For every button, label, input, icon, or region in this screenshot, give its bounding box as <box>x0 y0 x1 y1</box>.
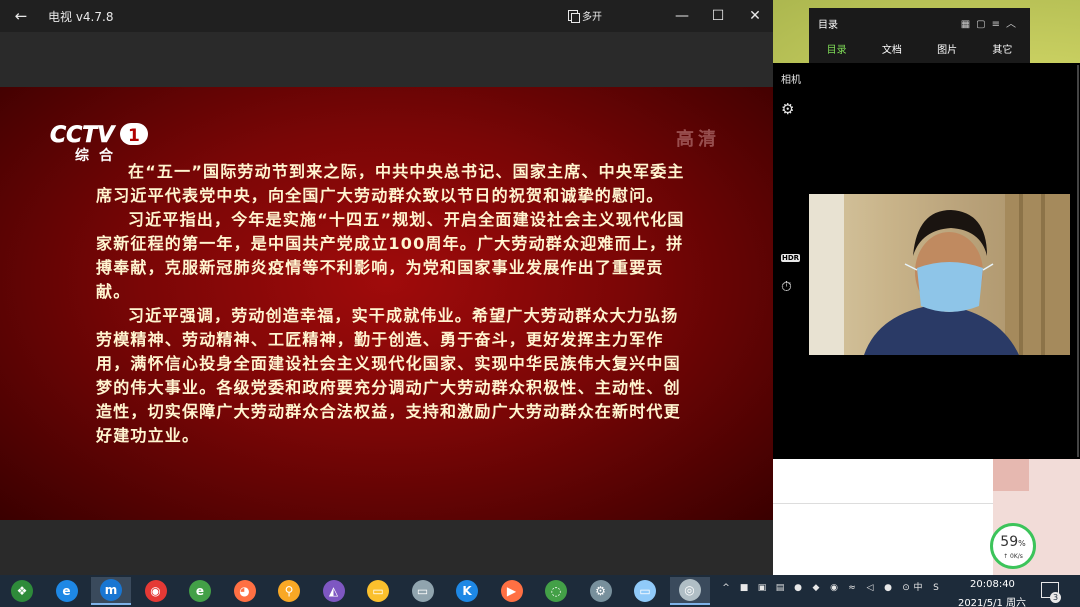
tab-other[interactable]: 其它 <box>975 41 1030 56</box>
tab-documents[interactable]: 文档 <box>864 41 919 56</box>
tray-app-icon[interactable]: ▤ <box>774 582 786 594</box>
settings-icon: ⚙ <box>589 580 612 602</box>
folder-icon: ▭ <box>367 580 389 602</box>
taskbar-start-button[interactable]: ❖ <box>2 577 42 605</box>
person-image <box>809 194 1070 355</box>
maxthon-icon: m <box>100 579 122 601</box>
video-letterbox-top <box>0 32 773 87</box>
window-title: 电视 v4.7.8 <box>48 10 114 24</box>
tab-directory[interactable]: 目录 <box>809 41 864 56</box>
firefox-icon: ◕ <box>233 580 256 602</box>
search-icon: ⚲ <box>278 580 300 602</box>
back-arrow-icon[interactable]: ← <box>10 6 32 26</box>
ime-indicator[interactable]: 中 <box>912 582 924 594</box>
news-paragraph: 习近平强调，劳动创造幸福，实干成就伟业。希望广大劳动群众大力弘扬劳模精神、劳动精… <box>96 306 681 445</box>
wechat-icon: ◌ <box>545 580 567 602</box>
popout-label: 多开 <box>582 12 602 23</box>
tray-app-icon[interactable]: ▣ <box>756 582 768 594</box>
taskbar-settings-button[interactable]: ⚙ <box>581 577 621 605</box>
camera-preview <box>809 194 1070 355</box>
taskbar-search-button[interactable]: ⚲ <box>269 577 309 605</box>
net-speed-widget[interactable]: 59% ↑ 0K/s <box>990 523 1036 569</box>
lock-icon[interactable]: ▢ <box>976 19 991 30</box>
taskbar-vs-button[interactable]: ◭ <box>314 577 354 605</box>
clock-date[interactable]: 2021/5/1 周六 <box>952 594 1032 607</box>
taskbar-folder-button[interactable]: ▭ <box>358 577 398 605</box>
chrome-icon: ◉ <box>144 580 167 602</box>
directory-tabs: 目录 文档 图片 其它 <box>809 41 1030 56</box>
tray-app-icon[interactable]: S <box>930 582 942 594</box>
camera-icon: ◎ <box>678 579 701 601</box>
divider <box>773 503 993 504</box>
hdr-icon[interactable]: HDR <box>781 254 801 262</box>
kugou-icon: K <box>456 580 478 602</box>
video-letterbox-bottom <box>0 520 773 575</box>
taskbar-camera-button[interactable]: ◎ <box>669 577 710 605</box>
camera-title: 相机 <box>781 75 801 86</box>
upload-rate: ↑ 0K/s <box>1003 553 1023 560</box>
scrollbar[interactable] <box>1077 65 1079 457</box>
minimize-button[interactable]: — <box>662 0 702 32</box>
maximize-button[interactable]: ☐ <box>698 0 738 32</box>
video-player[interactable]: CCTV 1 综合 高清 在“五一”国际劳动节到来之际，中共中央总书记、国家主席… <box>0 87 773 520</box>
menu-icon[interactable]: ≡ <box>992 19 1006 30</box>
panel-title: 目录 <box>818 20 838 31</box>
tray-app-icon[interactable]: ● <box>792 582 804 594</box>
tray-app-icon[interactable]: ■ <box>738 582 750 594</box>
news-paragraph: 习近平指出，今年是实施“十四五”规划、开启全面建设社会主义现代化国家新征程的第一… <box>96 210 685 301</box>
notification-count: 3 <box>1050 592 1061 603</box>
popout-icon <box>568 10 580 23</box>
360-icon: e <box>189 580 211 602</box>
tray-app-icon[interactable]: ◆ <box>810 582 822 594</box>
panel-controls: ▦▢≡︿ <box>961 15 1022 30</box>
taskbar-firefox-button[interactable]: ◕ <box>225 577 265 605</box>
close-button[interactable]: ✕ <box>735 0 775 32</box>
hd-label: 高清 <box>676 129 720 150</box>
gear-icon[interactable]: ⚙ <box>781 100 794 118</box>
news-text: 在“五一”国际劳动节到来之际，中共中央总书记、国家主席、中央军委主席习近平代表党… <box>96 160 686 448</box>
taskbar-wechat-button[interactable]: ◌ <box>536 577 576 605</box>
computer-icon: ▭ <box>634 580 656 602</box>
memory-percent: 59% <box>1000 534 1026 550</box>
svg-text:1: 1 <box>128 126 140 146</box>
tv-app-window: ← 电视 v4.7.8 多开 — ☐ ✕ CCTV 1 综合 高清 在“五一”国… <box>0 0 773 575</box>
news-paragraph: 在“五一”国际劳动节到来之际，中共中央总书记、国家主席、中央军委主席习近平代表党… <box>96 162 685 205</box>
taskbar-computer-button[interactable]: ▭ <box>625 577 665 605</box>
taskbar-kugou-button[interactable]: K <box>447 577 487 605</box>
background-panel <box>993 459 1029 491</box>
tv-titlebar: ← 电视 v4.7.8 多开 — ☐ ✕ <box>0 0 773 32</box>
directory-panel: 目录 ▦▢≡︿ 目录 文档 图片 其它 <box>809 8 1030 63</box>
chevron-up-icon[interactable]: ︿ <box>1006 19 1022 30</box>
ie-icon: e <box>55 580 78 602</box>
taskbar-maxthon-button[interactable]: m <box>91 577 131 605</box>
tray-app-icon[interactable]: ⊙ <box>900 582 912 594</box>
timer-icon[interactable]: ⏱ <box>781 279 792 295</box>
tab-images[interactable]: 图片 <box>920 41 975 56</box>
camera-window: 相机 ⚙ HDR ⏱ <box>773 63 1080 459</box>
clock-time[interactable]: 20:08:40 <box>970 579 1015 590</box>
wechat-tray-icon[interactable]: ● <box>882 582 894 594</box>
taskbar-tv-button[interactable]: ▭ <box>403 577 443 605</box>
video-icon: ▶ <box>500 580 523 602</box>
background-window <box>773 459 993 575</box>
wifi-icon[interactable]: ≈ <box>846 582 858 594</box>
tv-icon: ▭ <box>411 580 434 602</box>
chevron-up-icon[interactable]: ^ <box>720 582 732 594</box>
volume-icon[interactable]: ◁ <box>864 582 876 594</box>
vs-icon: ◭ <box>322 580 345 602</box>
taskbar-video-button[interactable]: ▶ <box>492 577 532 605</box>
popout-button[interactable]: 多开 <box>568 8 602 23</box>
tray-app-icon[interactable]: ◉ <box>828 582 840 594</box>
taskbar-chrome-button[interactable]: ◉ <box>136 577 176 605</box>
taskbar-360-button[interactable]: e <box>180 577 220 605</box>
start-icon: ❖ <box>11 580 33 602</box>
taskbar-ie-button[interactable]: e <box>47 577 87 605</box>
grid-icon[interactable]: ▦ <box>961 19 976 30</box>
